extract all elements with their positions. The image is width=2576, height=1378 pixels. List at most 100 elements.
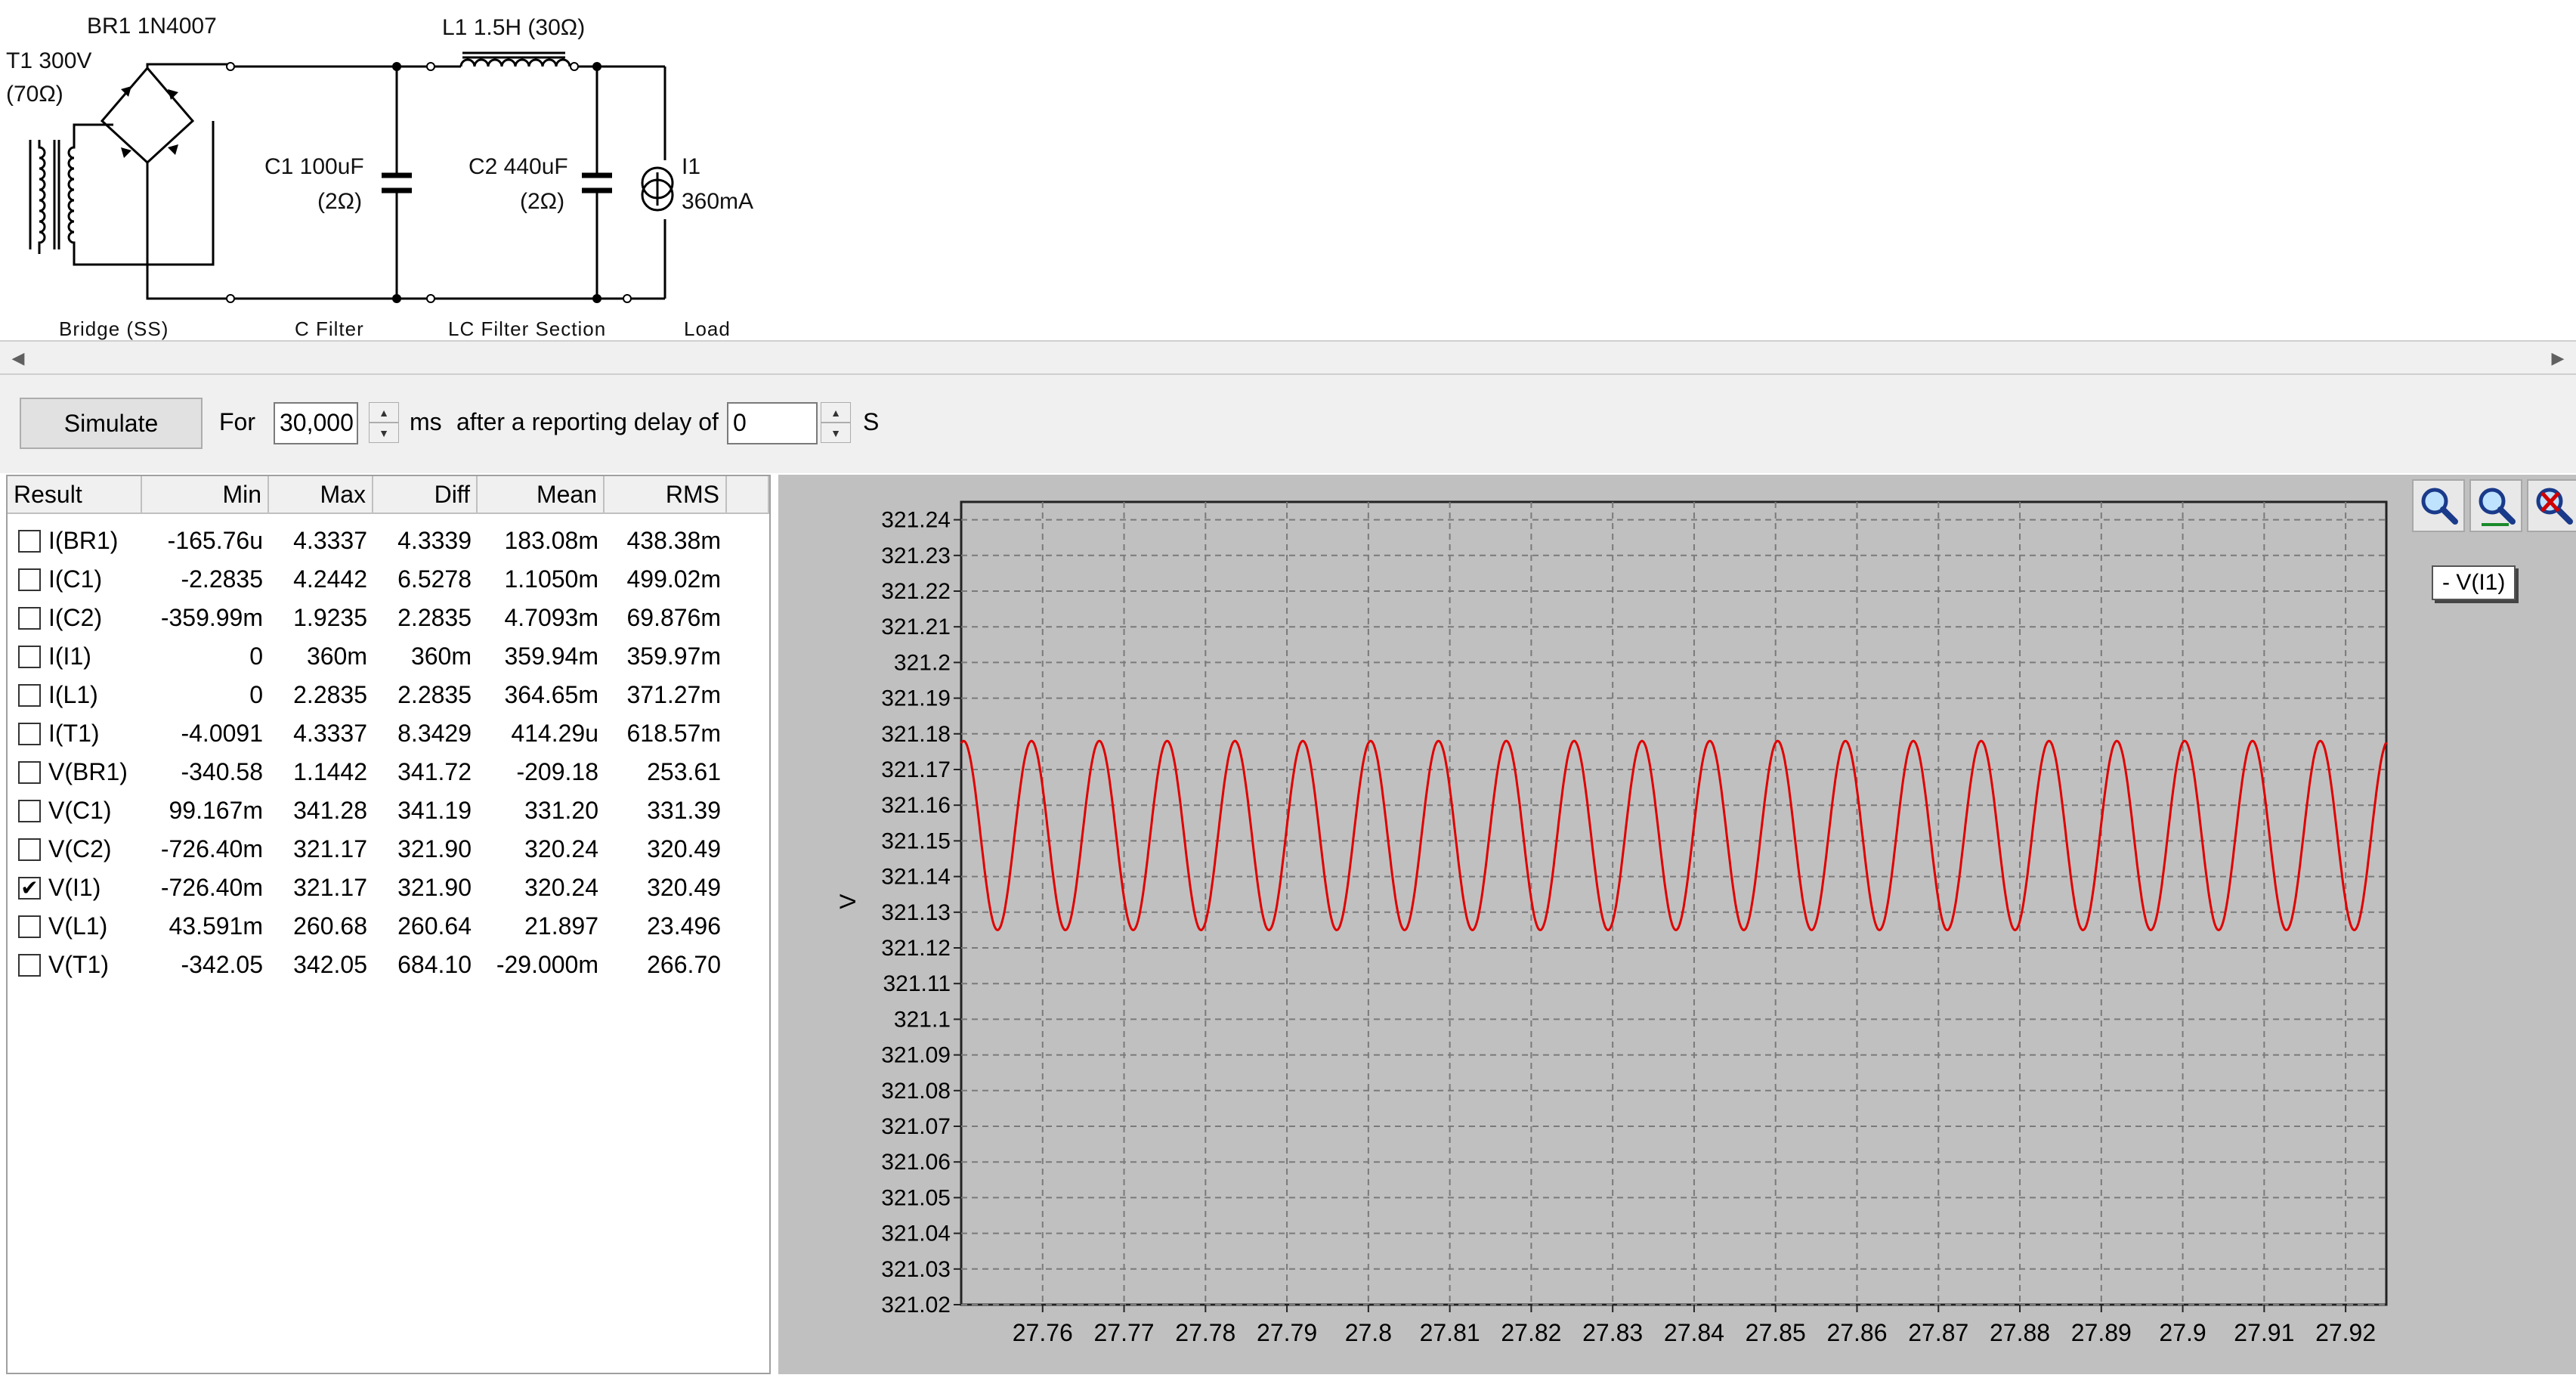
- table-row[interactable]: V(T1) -342.05 342.05 684.10 -29.000m 266.70: [8, 946, 763, 984]
- row-checkbox[interactable]: ✔: [18, 877, 41, 900]
- column-header-min[interactable]: Min: [142, 476, 269, 514]
- table-row[interactable]: V(BR1) -340.58 1.1442 341.72 -209.18 253.61: [8, 753, 763, 791]
- column-header-spacer: [727, 476, 769, 514]
- row-checkbox[interactable]: [18, 723, 41, 745]
- row-checkbox[interactable]: [18, 915, 41, 938]
- row-mean-value: 414.29u: [511, 720, 598, 747]
- zoom-out-icon[interactable]: [2469, 479, 2522, 532]
- row-checkbox[interactable]: [18, 568, 41, 591]
- row-checkbox[interactable]: [18, 838, 41, 861]
- row-mean-value: 1.1050m: [504, 565, 598, 593]
- row-checkbox[interactable]: [18, 954, 41, 977]
- column-header-diff[interactable]: Diff: [373, 476, 478, 514]
- i1-value-label: 360mA: [682, 189, 754, 214]
- table-row[interactable]: V(C1) 99.167m 341.28 341.19 331.20 331.39: [8, 791, 763, 830]
- delay-input[interactable]: 0: [727, 402, 818, 444]
- y-tick-label: 321.06: [881, 1150, 951, 1175]
- y-axis-label: V: [836, 894, 861, 909]
- row-rms-value: 320.49: [647, 874, 721, 901]
- row-result-name: V(C2): [48, 835, 112, 862]
- row-checkbox[interactable]: [18, 800, 41, 822]
- row-min-value: -2.2835: [181, 565, 263, 593]
- row-rms-value: 253.61: [647, 758, 721, 785]
- results-table[interactable]: Result Min Max Diff Mean RMS I(BR1) -165.…: [6, 475, 771, 1374]
- row-diff-value: 2.2835: [397, 681, 472, 708]
- column-header-result[interactable]: Result: [8, 476, 142, 514]
- y-tick-label: 321.14: [881, 865, 951, 890]
- chart-legend[interactable]: - V(I1): [2432, 565, 2516, 600]
- row-result-name: I(L1): [48, 681, 98, 708]
- spin-down-icon[interactable]: ▼: [369, 423, 399, 443]
- waveform-panel: 321.24 321.23 321.22 321.21 321.2 321.19 321.1…: [778, 475, 2576, 1374]
- row-min-value: 43.591m: [169, 912, 263, 940]
- duration-input[interactable]: 30,000: [274, 402, 358, 444]
- row-max-value: 342.05: [293, 951, 367, 978]
- section-label-lc-filter: LC Filter Section: [448, 317, 607, 340]
- simulate-button[interactable]: Simulate: [20, 398, 203, 449]
- row-max-value: 341.28: [293, 797, 367, 824]
- y-tick-label: 321.04: [881, 1222, 951, 1246]
- column-header-max[interactable]: Max: [269, 476, 373, 514]
- row-mean-value: 364.65m: [504, 681, 598, 708]
- x-tick-label: 27.92: [2315, 1319, 2376, 1346]
- row-rms-value: 359.97m: [626, 643, 721, 670]
- spin-up-icon[interactable]: ▲: [369, 402, 399, 423]
- results-header: Result Min Max Diff Mean RMS: [8, 476, 769, 516]
- row-checkbox[interactable]: [18, 684, 41, 707]
- row-mean-value: -209.18: [516, 758, 598, 785]
- row-diff-value: 8.3429: [397, 720, 472, 747]
- y-tick-label: 321.18: [881, 722, 951, 747]
- row-checkbox[interactable]: [18, 607, 41, 630]
- table-row[interactable]: I(T1) -4.0091 4.3337 8.3429 414.29u 618.57m: [8, 714, 763, 753]
- table-row[interactable]: I(I1) 0 360m 360m 359.94m 359.97m: [8, 637, 763, 676]
- checkmark-icon: ✔: [20, 876, 39, 900]
- row-checkbox[interactable]: [18, 761, 41, 784]
- row-diff-value: 684.10: [397, 951, 472, 978]
- row-diff-value: 341.72: [397, 758, 472, 785]
- spin-down-icon[interactable]: ▼: [821, 423, 851, 443]
- row-min-value: 0: [249, 681, 263, 708]
- c2-resistance-label: (2Ω): [520, 189, 565, 214]
- arrow-right-icon[interactable]: ▶: [2543, 345, 2573, 372]
- row-max-value: 4.3337: [293, 720, 367, 747]
- horizontal-scrollbar[interactable]: ◀ ▶: [0, 340, 2576, 375]
- y-tick-label: 321.11: [883, 971, 951, 996]
- row-rms-value: 23.496: [647, 912, 721, 940]
- row-result-name: V(I1): [48, 874, 101, 901]
- y-tick-label: 321.21: [881, 615, 951, 639]
- column-header-mean[interactable]: Mean: [478, 476, 605, 514]
- arrow-left-icon[interactable]: ◀: [3, 345, 33, 372]
- table-row[interactable]: V(L1) 43.591m 260.68 260.64 21.897 23.496: [8, 907, 763, 946]
- table-row[interactable]: I(L1) 0 2.2835 2.2835 364.65m 371.27m: [8, 676, 763, 714]
- zoom-in-icon[interactable]: [2412, 479, 2465, 532]
- row-mean-value: 21.897: [524, 912, 598, 940]
- delay-stepper[interactable]: ▲ ▼: [821, 402, 851, 444]
- spin-up-icon[interactable]: ▲: [821, 402, 851, 423]
- y-tick-label: 321.23: [881, 543, 951, 568]
- table-row[interactable]: I(C1) -2.2835 4.2442 6.5278 1.1050m 499.02m: [8, 560, 763, 599]
- row-min-value: -340.58: [181, 758, 263, 785]
- y-tick-label: 321.1: [894, 1007, 951, 1032]
- row-checkbox[interactable]: [18, 530, 41, 553]
- waveform-chart[interactable]: 321.24 321.23 321.22 321.21 321.2 321.19 321.1…: [778, 475, 2576, 1374]
- table-row[interactable]: ✔ V(I1) -726.40m 321.17 321.90 320.24 320.49: [8, 869, 763, 907]
- row-checkbox[interactable]: [18, 646, 41, 668]
- row-mean-value: 183.08m: [504, 527, 598, 554]
- schematic-canvas[interactable]: BR1 1N4007 L1 1.5H (30Ω) T1 300V (70Ω) C…: [0, 0, 2576, 340]
- column-header-rms[interactable]: RMS: [605, 476, 727, 514]
- transformer-resistance-label: (70Ω): [6, 82, 63, 107]
- row-min-value: 99.167m: [169, 797, 263, 824]
- section-label-bridge: Bridge (SS): [59, 317, 169, 340]
- table-row[interactable]: V(C2) -726.40m 321.17 321.90 320.24 320.49: [8, 830, 763, 869]
- transformer-symbol: [29, 121, 215, 266]
- section-label-c-filter: C Filter: [295, 317, 364, 340]
- zoom-reset-icon[interactable]: [2527, 479, 2576, 532]
- x-tick-label: 27.89: [2071, 1319, 2132, 1346]
- row-min-value: -165.76u: [167, 527, 263, 554]
- row-mean-value: 331.20: [524, 797, 598, 824]
- x-tick-label: 27.82: [1501, 1319, 1561, 1346]
- row-min-value: 0: [249, 643, 263, 670]
- table-row[interactable]: I(BR1) -165.76u 4.3337 4.3339 183.08m 438.38m: [8, 522, 763, 560]
- table-row[interactable]: I(C2) -359.99m 1.9235 2.2835 4.7093m 69.876m: [8, 599, 763, 637]
- duration-stepper[interactable]: ▲ ▼: [369, 402, 399, 444]
